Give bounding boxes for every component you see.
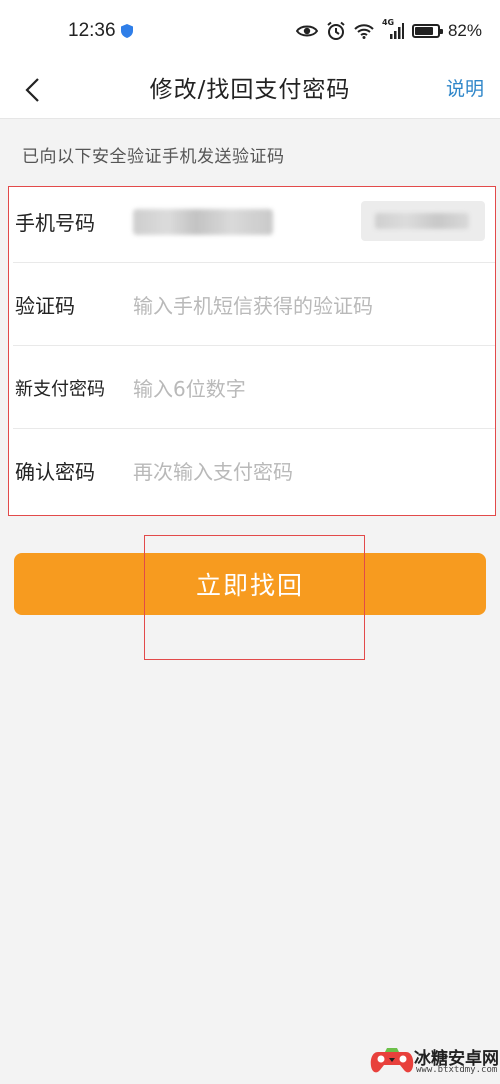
eye-icon: [295, 25, 318, 37]
phone-number-redacted: [133, 209, 273, 235]
status-icons: 4G 82%: [295, 18, 482, 44]
new-password-input[interactable]: [133, 371, 473, 407]
code-row: 验证码: [9, 270, 495, 352]
verification-hint: 已向以下安全验证手机发送验证码: [22, 147, 285, 167]
send-code-button[interactable]: [361, 201, 485, 241]
new-password-label: 新支付密码: [15, 379, 105, 400]
watermark-url: www.btxtdmy.com: [416, 1065, 498, 1075]
confirm-password-label: 确认密码: [15, 460, 95, 484]
help-link[interactable]: 说明: [446, 74, 484, 101]
phone-label: 手机号码: [15, 211, 95, 235]
divider: [13, 428, 495, 429]
status-time: 12:36: [68, 20, 116, 41]
code-label: 验证码: [15, 294, 75, 318]
signal-icon: 4G: [382, 18, 404, 40]
password-form: 手机号码 验证码 新支付密码 确认密码: [8, 186, 496, 516]
battery-icon: [411, 24, 443, 38]
gamepad-logo-icon: [370, 1048, 414, 1073]
confirm-password-input[interactable]: [133, 454, 473, 490]
confirm-password-row: 确认密码: [9, 436, 495, 518]
nav-divider: [0, 118, 500, 119]
page-title: 修改/找回支付密码: [149, 77, 351, 103]
alarm-icon: [327, 21, 345, 40]
new-password-row: 新支付密码: [9, 353, 495, 435]
recover-button[interactable]: 立即找回: [14, 553, 486, 615]
shield-icon: [121, 24, 133, 38]
nav-bar: 修改/找回支付密码 说明: [0, 62, 500, 118]
watermark: 冰糖安卓网 www.btxtdmy.com: [370, 1040, 499, 1080]
send-code-label-redacted: [375, 213, 469, 229]
status-bar: 12:36 4G 82%: [0, 0, 500, 62]
battery-percent: 82%: [447, 21, 482, 40]
phone-row: 手机号码: [9, 187, 495, 269]
code-input[interactable]: [133, 288, 473, 324]
divider: [13, 345, 495, 346]
wifi-icon: [354, 24, 374, 39]
battery-level: [414, 27, 433, 35]
divider: [13, 262, 495, 263]
